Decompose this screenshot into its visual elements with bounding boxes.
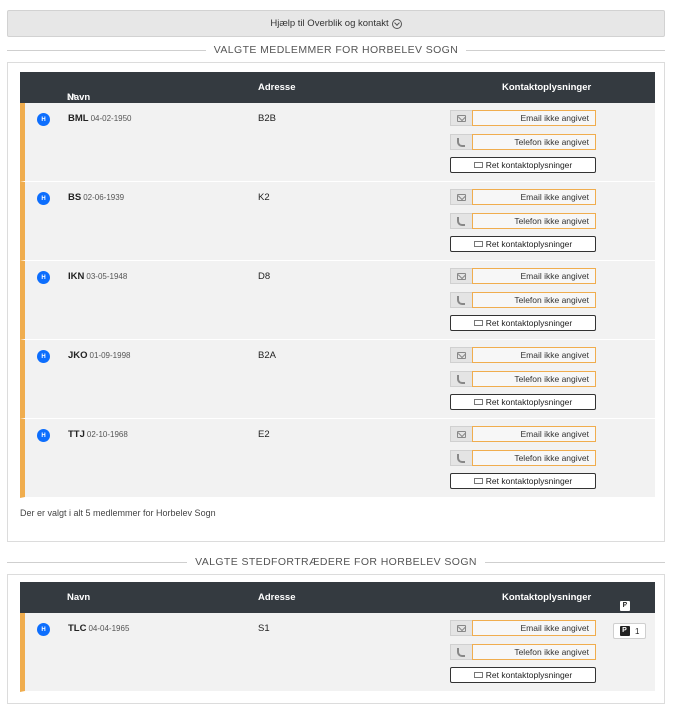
table-row: H JKO 01-09-1998 B2A Email ikke angivet T…	[20, 340, 655, 419]
edit-icon	[473, 672, 483, 678]
phone-field[interactable]: Telefon ikke angivet	[450, 134, 596, 150]
sort-icon: ↓ᵃ	[67, 92, 76, 103]
phone-field[interactable]: Telefon ikke angivet	[450, 213, 596, 229]
phone-icon	[457, 454, 465, 463]
status-badge: H	[37, 113, 50, 126]
edit-icon	[473, 162, 483, 168]
email-field[interactable]: Email ikke angivet	[450, 426, 596, 442]
members-table-header: Navn ↓ᵃ Adresse Kontaktoplysninger	[20, 72, 655, 103]
edit-icon	[473, 399, 483, 405]
envelope-icon	[457, 352, 466, 359]
edit-icon	[473, 241, 483, 247]
table-row: H IKN 03-05-1948 D8 Email ikke angivet Te…	[20, 261, 655, 340]
envelope-icon	[457, 115, 466, 122]
substitutes-table: Navn Adresse Kontaktoplysninger P ↓↑ H TL…	[20, 582, 655, 692]
members-table: Navn ↓ᵃ Adresse Kontaktoplysninger H BML…	[20, 72, 655, 498]
phone-icon	[457, 217, 465, 226]
member-name: IKN 03-05-1948	[68, 271, 128, 282]
parking-icon: P	[619, 626, 630, 636]
edit-contact-button[interactable]: Ret kontaktoplysninger	[450, 394, 596, 410]
member-address: S1	[258, 623, 270, 634]
help-overview-contact-button[interactable]: Hjælp til Overblik og kontakt	[7, 10, 665, 37]
status-badge: H	[37, 192, 50, 205]
member-name: TTJ 02-10-1968	[68, 429, 128, 440]
phone-icon	[457, 138, 465, 147]
phone-icon	[457, 296, 465, 305]
status-badge: H	[37, 429, 50, 442]
members-section-title: VALGTE MEDLEMMER FOR HORBELEV SOGN	[7, 44, 666, 56]
email-field[interactable]: Email ikke angivet	[450, 189, 596, 205]
member-address: B2A	[258, 350, 276, 361]
table-row: H TLC 04-04-1965 S1 Email ikke angivet Te…	[20, 613, 655, 692]
priority-badge: P 1	[613, 623, 646, 639]
substitutes-section-title: VALGTE STEDFORTRÆDERE FOR HORBELEV SOGN	[7, 556, 665, 568]
members-section-title-text: VALGTE MEDLEMMER FOR HORBELEV SOGN	[213, 44, 459, 56]
edit-icon	[473, 478, 483, 484]
member-address: E2	[258, 429, 270, 440]
edit-contact-button[interactable]: Ret kontaktoplysninger	[450, 315, 596, 331]
members-count-note: Der er valgt i alt 5 medlemmer for Horbe…	[20, 508, 216, 518]
divider	[7, 561, 188, 563]
status-badge: H	[37, 623, 50, 636]
member-name: TLC 04-04-1965	[68, 623, 130, 634]
members-panel: Navn ↓ᵃ Adresse Kontaktoplysninger H BML…	[7, 62, 665, 542]
substitutes-section-title-text: VALGTE STEDFORTRÆDERE FOR HORBELEV SOGN	[195, 556, 477, 568]
phone-field[interactable]: Telefon ikke angivet	[450, 644, 596, 660]
table-row: H BML 04-02-1950 B2B Email ikke angivet T…	[20, 103, 655, 182]
sort-icon: ↓↑	[620, 601, 630, 612]
substitutes-table-header: Navn Adresse Kontaktoplysninger P ↓↑	[20, 582, 655, 613]
status-badge: H	[37, 350, 50, 363]
divider	[466, 49, 666, 51]
chevron-down-icon	[391, 18, 402, 29]
envelope-icon	[457, 194, 466, 201]
envelope-icon	[457, 431, 466, 438]
phone-field[interactable]: Telefon ikke angivet	[450, 292, 596, 308]
phone-icon	[457, 375, 465, 384]
email-field[interactable]: Email ikke angivet	[450, 110, 596, 126]
table-row: H TTJ 02-10-1968 E2 Email ikke angivet Te…	[20, 419, 655, 498]
edit-contact-button[interactable]: Ret kontaktoplysninger	[450, 667, 596, 683]
member-name: BML 04-02-1950	[68, 113, 132, 124]
edit-contact-button[interactable]: Ret kontaktoplysninger	[450, 236, 596, 252]
email-field[interactable]: Email ikke angivet	[450, 268, 596, 284]
envelope-icon	[457, 273, 466, 280]
substitutes-panel: Navn Adresse Kontaktoplysninger P ↓↑ H TL…	[7, 574, 665, 704]
member-name: JKO 01-09-1998	[68, 350, 131, 361]
phone-field[interactable]: Telefon ikke angivet	[450, 450, 596, 466]
col-contact-header: Kontaktoplysninger	[502, 82, 592, 93]
phone-field[interactable]: Telefon ikke angivet	[450, 371, 596, 387]
edit-icon	[473, 320, 483, 326]
priority-count: 1	[635, 626, 640, 636]
divider	[484, 561, 665, 563]
divider	[7, 49, 206, 51]
member-address: K2	[258, 192, 270, 203]
col-address-header: Adresse	[258, 82, 296, 93]
col-name-header[interactable]: Navn	[67, 592, 90, 603]
member-address: B2B	[258, 113, 276, 124]
col-contact-header: Kontaktoplysninger	[502, 592, 592, 603]
phone-icon	[457, 648, 465, 657]
col-address-header: Adresse	[258, 592, 296, 603]
status-badge: H	[37, 271, 50, 284]
help-label: Hjælp til Overblik og kontakt	[270, 18, 389, 29]
member-name: BS 02-06-1939	[68, 192, 125, 203]
edit-contact-button[interactable]: Ret kontaktoplysninger	[450, 473, 596, 489]
table-row: H BS 02-06-1939 K2 Email ikke angivet Tel…	[20, 182, 655, 261]
envelope-icon	[457, 625, 466, 632]
email-field[interactable]: Email ikke angivet	[450, 620, 596, 636]
edit-contact-button[interactable]: Ret kontaktoplysninger	[450, 157, 596, 173]
member-address: D8	[258, 271, 271, 282]
email-field[interactable]: Email ikke angivet	[450, 347, 596, 363]
